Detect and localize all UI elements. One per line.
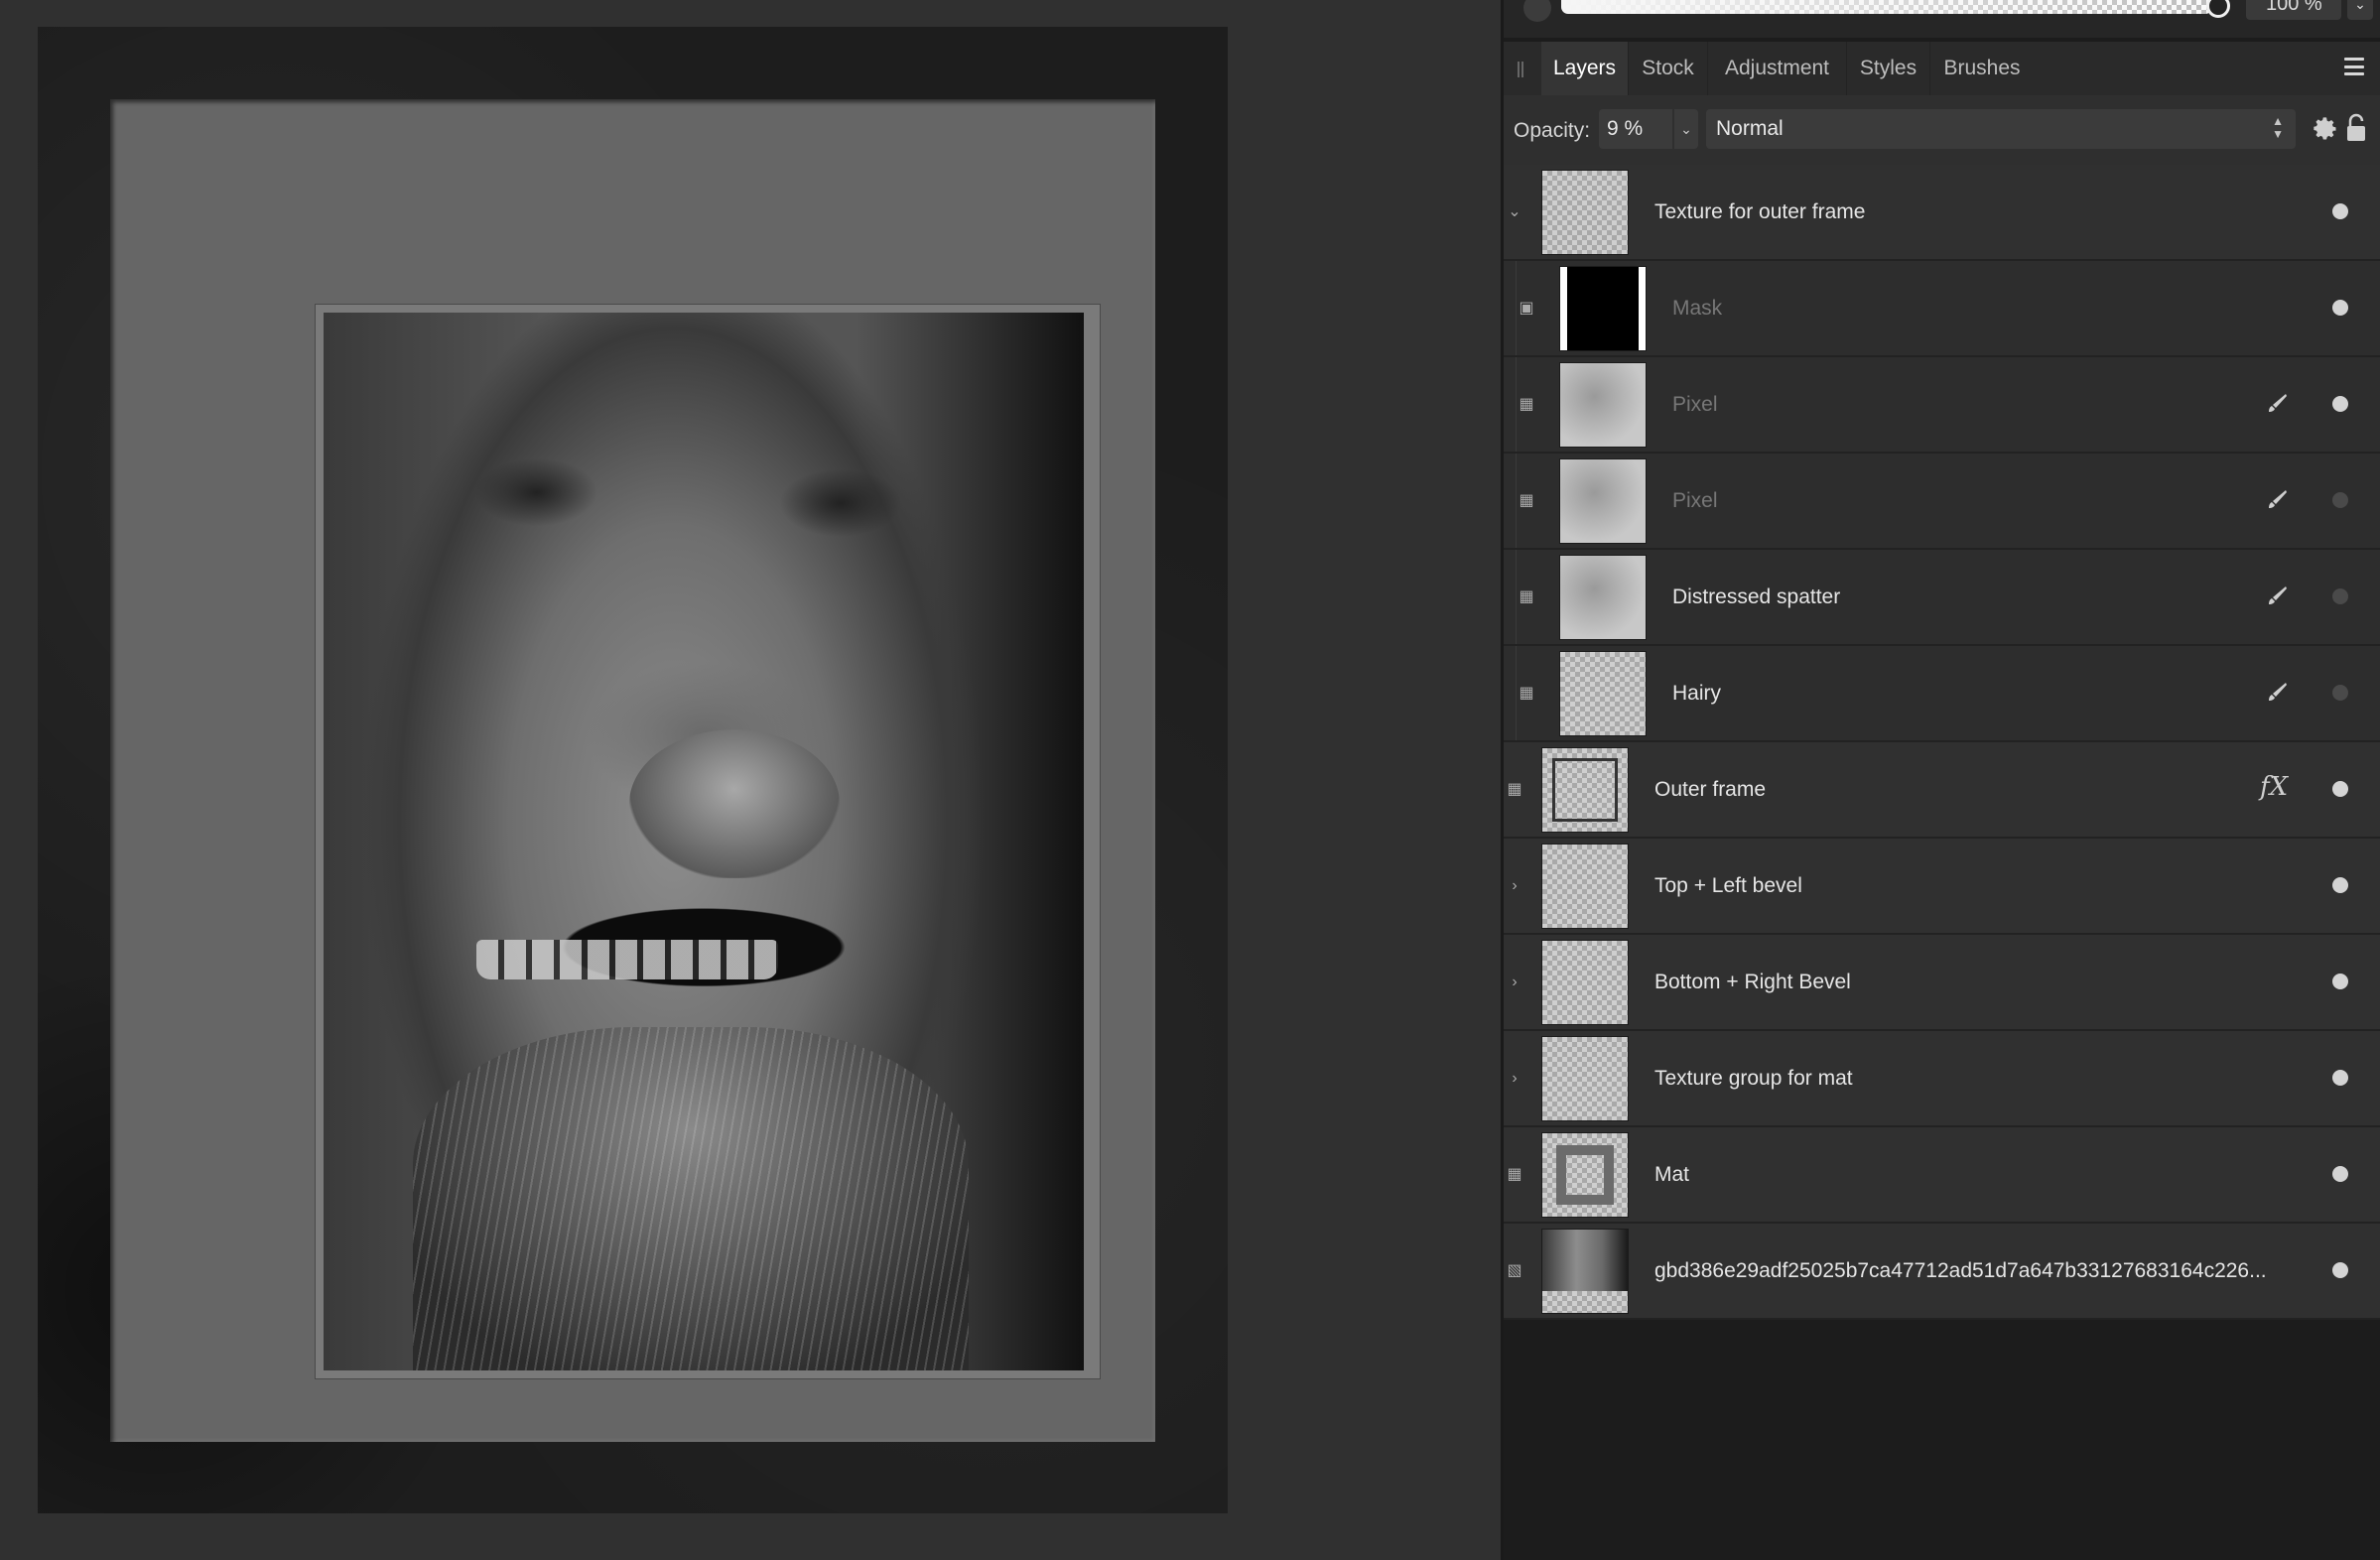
visibility-dot-icon[interactable] bbox=[2332, 1070, 2348, 1086]
portrait-beard bbox=[413, 1027, 969, 1370]
layer-thumbnail bbox=[1541, 844, 1629, 929]
chevron-down-icon[interactable]: ⌄ bbox=[2347, 0, 2373, 20]
mask-icon: ▣ bbox=[1519, 300, 1534, 317]
visibility-dot-icon[interactable] bbox=[2332, 974, 2348, 989]
layer-name: Bottom + Right Bevel bbox=[1654, 971, 1851, 993]
visibility-dot-icon[interactable] bbox=[2332, 781, 2348, 797]
layer-thumbnail bbox=[1559, 555, 1647, 640]
tab-layers[interactable]: Layers bbox=[1541, 42, 1629, 95]
layer-name: Distressed spatter bbox=[1672, 585, 1841, 608]
visibility-dot-icon[interactable] bbox=[2332, 492, 2348, 508]
layer-row[interactable]: › Bottom + Right Bevel bbox=[1504, 935, 2380, 1031]
opacity-dropdown-icon[interactable]: ⌄ bbox=[1674, 109, 1698, 149]
layer-row[interactable]: ▦ Pixel bbox=[1504, 357, 2380, 454]
document-canvas[interactable] bbox=[0, 0, 1501, 1560]
layer-thumbnail bbox=[1559, 651, 1647, 736]
chevron-right-icon[interactable]: › bbox=[1504, 935, 1525, 1029]
layer-row[interactable]: ⌄ Texture for outer frame bbox=[1504, 165, 2380, 261]
fx-icon[interactable]: fX bbox=[2260, 772, 2288, 802]
chevron-right-icon[interactable]: › bbox=[1504, 1031, 1525, 1125]
layer-row[interactable]: › Top + Left bevel bbox=[1504, 839, 2380, 935]
visibility-dot-icon[interactable] bbox=[2332, 588, 2348, 604]
layer-controls-bar: Opacity: 9 % ⌄ Normal ▲ ▼ bbox=[1504, 95, 2380, 165]
outer-frame-artwork bbox=[38, 27, 1228, 1513]
shape-layer-icon: ▦ bbox=[1507, 781, 1522, 798]
chevron-right-icon[interactable]: › bbox=[1504, 839, 1525, 933]
layer-row[interactable]: ▦ Pixel bbox=[1504, 454, 2380, 550]
layer-row[interactable]: ▦ Outer frame fX bbox=[1504, 742, 2380, 839]
top-opacity-field[interactable]: 100 % bbox=[2246, 0, 2341, 20]
visibility-dot-icon[interactable] bbox=[2332, 1262, 2348, 1278]
tab-stock[interactable]: Stock bbox=[1629, 42, 1708, 95]
layer-name: Pixel bbox=[1672, 393, 1718, 416]
visibility-dot-icon[interactable] bbox=[2332, 300, 2348, 316]
studio-panel: 100 % ⌄ Layers Stock Adjustment Styles B… bbox=[1504, 0, 2380, 1560]
layer-name: Hairy bbox=[1672, 682, 1722, 705]
brush-icon bbox=[2269, 490, 2287, 508]
shape-layer-icon: ▦ bbox=[1507, 1166, 1522, 1183]
visibility-dot-icon[interactable] bbox=[2332, 685, 2348, 701]
layer-name: Outer frame bbox=[1654, 778, 1767, 801]
layer-thumbnail bbox=[1541, 1229, 1629, 1314]
layer-name: gbd386e29adf25025b7ca47712ad51d7a647b331… bbox=[1654, 1259, 2267, 1282]
mat-artwork bbox=[110, 99, 1155, 1442]
layers-list: ⌄ Texture for outer frame ▣ Mask ▦ Pixel… bbox=[1504, 165, 2380, 1320]
layer-name: Texture group for mat bbox=[1654, 1067, 1853, 1090]
brush-icon bbox=[2269, 683, 2287, 701]
lock-icon[interactable] bbox=[2345, 113, 2367, 143]
pixel-layer-icon: ▦ bbox=[1519, 492, 1534, 509]
tab-adjustment[interactable]: Adjustment bbox=[1708, 42, 1847, 95]
pixel-layer-icon: ▦ bbox=[1519, 685, 1534, 702]
panel-grip-icon[interactable] bbox=[1518, 62, 1523, 77]
layer-thumbnail bbox=[1559, 362, 1647, 448]
portrait-mouth bbox=[476, 940, 778, 979]
panel-menu-icon[interactable] bbox=[2344, 58, 2364, 75]
panel-tabbar: Layers Stock Adjustment Styles Brushes bbox=[1504, 42, 2380, 95]
visibility-dot-icon[interactable] bbox=[2332, 396, 2348, 412]
visibility-dot-icon[interactable] bbox=[2332, 877, 2348, 893]
layers-empty-area[interactable] bbox=[1504, 1329, 2380, 1560]
opacity-label: Opacity: bbox=[1514, 119, 1591, 142]
layer-row[interactable]: ▦ Hairy bbox=[1504, 646, 2380, 742]
portrait-photo bbox=[324, 313, 1084, 1370]
portrait-nose bbox=[629, 729, 840, 878]
visibility-dot-icon[interactable] bbox=[2332, 203, 2348, 219]
pixel-layer-icon: ▦ bbox=[1519, 588, 1534, 605]
layer-thumbnail bbox=[1559, 458, 1647, 544]
brush-icon bbox=[2269, 394, 2287, 412]
chevron-down-icon[interactable]: ⌄ bbox=[1504, 165, 1525, 259]
opacity-slider-knob[interactable] bbox=[2206, 0, 2230, 18]
layer-thumbnail bbox=[1559, 266, 1647, 351]
layer-row[interactable]: ▧ gbd386e29adf25025b7ca47712ad51d7a647b3… bbox=[1504, 1224, 2380, 1320]
opacity-slider[interactable] bbox=[1561, 0, 2212, 14]
pixel-layer-icon: ▦ bbox=[1519, 396, 1534, 413]
tab-styles[interactable]: Styles bbox=[1847, 42, 1930, 95]
layer-name: Top + Left bevel bbox=[1654, 874, 1802, 897]
layer-thumbnail bbox=[1541, 747, 1629, 833]
layer-row[interactable]: ▦ Distressed spatter bbox=[1504, 550, 2380, 646]
layer-thumbnail bbox=[1541, 170, 1629, 255]
brush-icon bbox=[2269, 586, 2287, 604]
blend-mode-select[interactable]: Normal ▲ ▼ bbox=[1706, 109, 2296, 149]
tab-brushes[interactable]: Brushes bbox=[1930, 42, 2034, 95]
layer-name: Mat bbox=[1654, 1163, 1690, 1186]
opacity-field[interactable]: 9 % bbox=[1599, 109, 1672, 149]
layer-name: Pixel bbox=[1672, 489, 1718, 512]
layer-name: Mask bbox=[1672, 297, 1723, 320]
photo-bevel-artwork bbox=[316, 305, 1100, 1378]
layer-thumbnail bbox=[1541, 1036, 1629, 1121]
layer-row[interactable]: ▦ Mat bbox=[1504, 1127, 2380, 1224]
image-layer-icon: ▧ bbox=[1507, 1262, 1522, 1279]
gear-icon[interactable] bbox=[2312, 115, 2339, 143]
visibility-dot-icon[interactable] bbox=[2332, 1166, 2348, 1182]
layer-thumbnail bbox=[1541, 1132, 1629, 1218]
layer-name: Texture for outer frame bbox=[1654, 200, 1866, 223]
layer-row[interactable]: › Texture group for mat bbox=[1504, 1031, 2380, 1127]
up-down-arrows-icon: ▲ ▼ bbox=[2272, 114, 2284, 141]
layer-row[interactable]: ▣ Mask bbox=[1504, 261, 2380, 357]
blend-mode-value: Normal bbox=[1716, 117, 1784, 140]
layer-thumbnail bbox=[1541, 940, 1629, 1025]
context-toolbar: 100 % ⌄ bbox=[1504, 0, 2380, 38]
color-swatch[interactable] bbox=[1523, 0, 1551, 22]
